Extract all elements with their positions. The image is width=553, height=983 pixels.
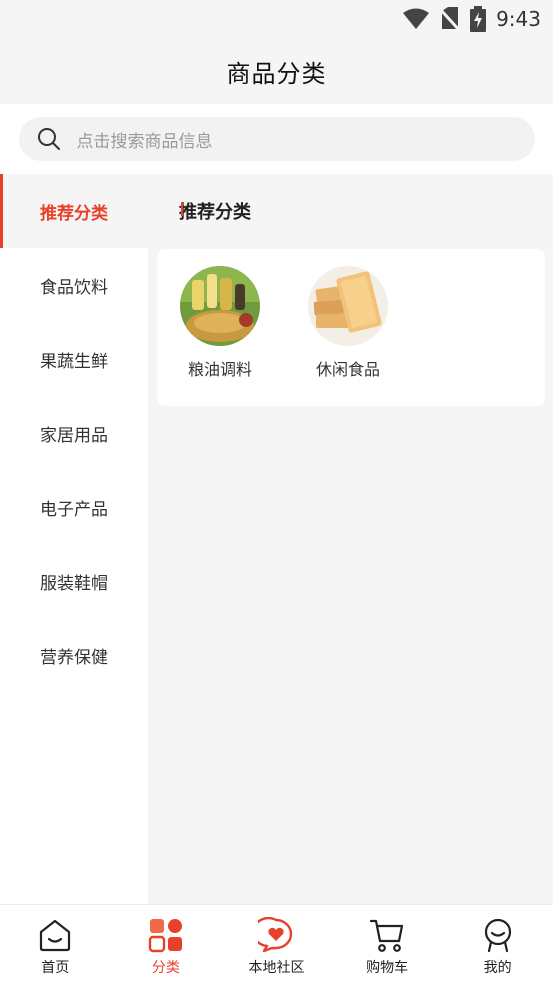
category-tile-grain-oil[interactable]: 粮油调料 xyxy=(170,266,270,380)
tab-home[interactable]: 首页 xyxy=(0,905,111,983)
sidebar-item-label: 营养保健 xyxy=(40,647,108,668)
sidebar-item-label: 家居用品 xyxy=(40,425,108,446)
sidebar-item-electronics[interactable]: 电子产品 xyxy=(0,470,148,544)
category-tile-label: 粮油调料 xyxy=(187,360,252,379)
grain-oil-photo xyxy=(180,266,260,346)
search-section: 点击搜索商品信息 xyxy=(0,104,553,174)
sidebar-item-food-drinks[interactable]: 食品饮料 xyxy=(0,248,148,322)
home-face-icon xyxy=(40,919,71,952)
community-heart-icon xyxy=(258,917,293,953)
tab-label: 本地社区 xyxy=(248,960,305,976)
sidebar-item-label: 食品饮料 xyxy=(40,277,108,298)
sidebar-item-fresh-produce[interactable]: 果蔬生鲜 xyxy=(0,322,148,396)
section-title: 推荐分类 xyxy=(179,198,251,224)
category-card: 粮油调料 休闲食品 xyxy=(157,249,545,406)
category-tile-snacks[interactable]: 休闲食品 xyxy=(298,266,398,380)
sidebar-item-label: 推荐分类 xyxy=(40,203,108,224)
cart-icon xyxy=(369,919,404,952)
category-tile-label: 休闲食品 xyxy=(315,360,380,379)
section-title-marker xyxy=(181,202,183,216)
no-sim-icon xyxy=(440,7,461,31)
category-content: 推荐分类 粮油调料 休闲食品 xyxy=(148,174,553,904)
tab-label: 购物车 xyxy=(366,960,409,976)
snack-biscuit-photo xyxy=(308,266,388,346)
status-bar: 9:43 xyxy=(0,0,553,38)
wifi-icon xyxy=(403,8,430,29)
tab-label: 我的 xyxy=(483,960,512,976)
section-title-text: 推荐分类 xyxy=(179,202,251,223)
battery-charging-icon xyxy=(470,6,487,32)
tab-category[interactable]: 分类 xyxy=(111,905,222,983)
sidebar-item-home-goods[interactable]: 家居用品 xyxy=(0,396,148,470)
sidebar-item-recommended[interactable]: 推荐分类 xyxy=(0,174,148,248)
page-title: 商品分类 xyxy=(226,59,327,88)
sidebar-item-health[interactable]: 营养保健 xyxy=(0,618,148,692)
tab-community[interactable]: 本地社区 xyxy=(221,905,332,983)
search-placeholder: 点击搜索商品信息 xyxy=(76,131,213,152)
tab-cart[interactable]: 购物车 xyxy=(332,905,443,983)
profile-icon xyxy=(484,918,511,953)
sidebar-item-label: 果蔬生鲜 xyxy=(40,351,108,372)
sidebar-item-label: 电子产品 xyxy=(40,499,108,520)
tab-label: 首页 xyxy=(41,960,70,976)
status-time: 9:43 xyxy=(496,7,541,31)
tab-profile[interactable]: 我的 xyxy=(442,905,553,983)
search-input[interactable]: 点击搜索商品信息 xyxy=(18,117,535,161)
category-grid-icon xyxy=(148,919,182,953)
sidebar-item-label: 服装鞋帽 xyxy=(40,573,108,594)
sidebar-item-apparel[interactable]: 服装鞋帽 xyxy=(0,544,148,618)
tab-label: 分类 xyxy=(151,960,180,976)
category-sidebar: 推荐分类 食品饮料 果蔬生鲜 家居用品 电子产品 服装鞋帽 营养保健 xyxy=(0,174,148,904)
search-icon xyxy=(37,128,60,150)
page-header: 商品分类 xyxy=(0,38,553,104)
bottom-tab-bar: 首页 分类 本地社区 购物车 我的 xyxy=(0,904,553,983)
